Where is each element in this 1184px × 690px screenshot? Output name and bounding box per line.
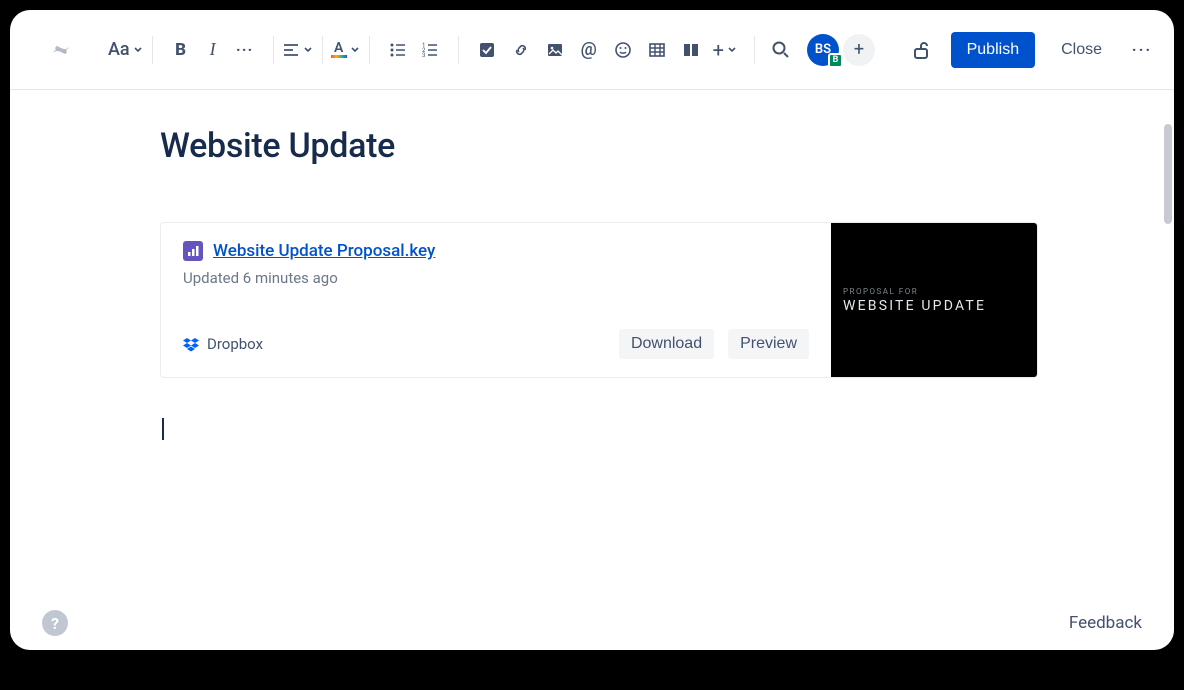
italic-button[interactable]: I <box>199 34 227 66</box>
attachment-filename-link[interactable]: Website Update Proposal.key <box>213 241 435 261</box>
numbered-list-button[interactable]: 123 <box>416 34 444 66</box>
dropbox-icon <box>183 336 199 352</box>
attachment-updated-text: Updated 6 minutes ago <box>183 269 809 287</box>
more-actions-button[interactable]: ··· <box>1128 34 1156 66</box>
text-color-selector[interactable]: A <box>329 34 363 66</box>
bullet-list-button[interactable] <box>384 34 412 66</box>
more-formatting-button[interactable]: ··· <box>231 34 259 66</box>
scrollbar-thumb[interactable] <box>1164 124 1172 224</box>
keynote-file-icon <box>183 241 203 261</box>
preview-button[interactable]: Preview <box>728 329 809 359</box>
text-cursor <box>162 418 164 440</box>
alignment-selector[interactable] <box>280 34 316 66</box>
restrictions-unlocked-icon[interactable] <box>907 34 935 66</box>
link-button[interactable] <box>507 34 535 66</box>
action-item-button[interactable] <box>473 34 501 66</box>
close-button[interactable]: Close <box>1051 33 1112 67</box>
editor-toolbar: Aa B I ··· A 123 <box>10 10 1174 90</box>
help-button[interactable]: ? <box>42 610 68 636</box>
attachment-card: Website Update Proposal.key Updated 6 mi… <box>160 222 1038 378</box>
attachment-thumbnail[interactable]: PROPOSAL FOR WEBSITE UPDATE <box>831 223 1037 377</box>
page-title[interactable]: Website Update <box>160 126 1174 166</box>
add-collaborator-button[interactable]: + <box>843 34 875 66</box>
attachment-source-label: Dropbox <box>207 335 263 353</box>
text-style-selector[interactable]: Aa <box>106 34 146 66</box>
insert-more-button[interactable]: + <box>711 34 740 66</box>
emoji-button[interactable] <box>609 34 637 66</box>
table-button[interactable] <box>643 34 671 66</box>
bold-button[interactable]: B <box>167 34 195 66</box>
editor-content[interactable]: Website Update Website Update Proposal.k… <box>10 90 1174 440</box>
search-button[interactable] <box>767 34 795 66</box>
attachment-source: Dropbox <box>183 335 263 353</box>
download-button[interactable]: Download <box>619 329 714 359</box>
thumb-title: WEBSITE UPDATE <box>843 298 986 314</box>
confluence-logo-icon[interactable] <box>48 37 74 63</box>
svg-text:3: 3 <box>422 52 425 59</box>
avatar-badge: B <box>828 53 843 68</box>
thumb-kicker: PROPOSAL FOR <box>843 287 918 296</box>
layouts-button[interactable] <box>677 34 705 66</box>
mention-button[interactable]: @ <box>575 34 603 66</box>
user-avatar[interactable]: BS B <box>807 34 839 66</box>
feedback-link[interactable]: Feedback <box>1069 613 1142 633</box>
image-button[interactable] <box>541 34 569 66</box>
publish-button[interactable]: Publish <box>951 32 1035 68</box>
